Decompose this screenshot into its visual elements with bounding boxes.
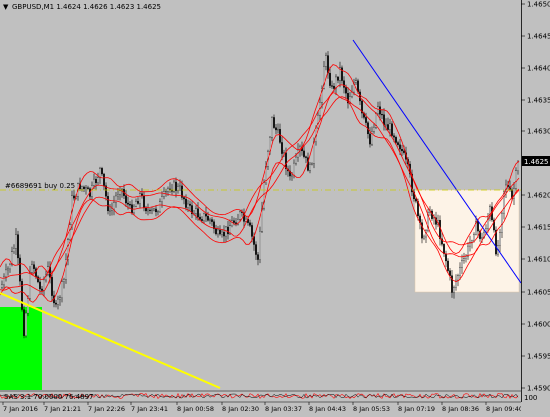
price-tick-label: 1.4650	[527, 1, 550, 9]
symbol-header: GBPUSD,M1 1.4624 1.4626 1.4623 1.4625	[12, 3, 161, 11]
time-tick-label: 7 Jan 23:41	[131, 405, 168, 413]
green-rectangle[interactable]	[0, 307, 42, 390]
time-tick-label: 8 Jan 09:40	[486, 405, 521, 413]
chart-header[interactable]: ▼ GBPUSD,M1 1.4624 1.4626 1.4623 1.4625	[3, 3, 161, 11]
price-tick-label: 1.4595	[527, 353, 550, 361]
time-tick-label: 7 Jan 21:21	[44, 405, 81, 413]
time-tick-label: 7 Jan 22:26	[88, 405, 125, 413]
order-line-label: #6689691 buy 0.25	[5, 182, 75, 190]
chevron-down-icon[interactable]: ▼	[3, 3, 9, 11]
current-price-label: 1.4625	[524, 158, 549, 166]
price-axis-labels: 1.4650 1.4645 1.4640 1.4635 1.4630 1.4620 1.46…	[521, 1, 550, 393]
price-tick-label: 1.4645	[527, 33, 550, 41]
indicator-label: SAS 3.1 70.0000 76.4897	[4, 393, 94, 401]
price-chart-plot[interactable]: #6689691 buy 0.25 SAS 3.1 70.0000 76.489…	[0, 0, 523, 413]
price-tick-label: 1.4640	[527, 65, 550, 73]
time-tick-label: 7 Jan 2016	[3, 405, 38, 413]
price-chart-svg: #6689691 buy 0.25 SAS 3.1 70.0000 76.489…	[0, 3, 523, 413]
price-tick-label: 1.4600	[527, 321, 550, 329]
price-tick-label: 1.4615	[527, 224, 550, 232]
price-tick-label: 1.4610	[527, 256, 550, 264]
time-tick-label: 8 Jan 07:19	[398, 405, 435, 413]
price-tick-label: 1.4635	[527, 97, 550, 105]
time-axis-labels: 7 Jan 2016 7 Jan 21:21 7 Jan 22:26 7 Jan 23…	[2, 402, 523, 413]
price-tick-label: 1.4590	[527, 385, 550, 393]
chart-window[interactable]: #6689691 buy 0.25 SAS 3.1 70.0000 76.489…	[0, 0, 550, 413]
time-tick-label: 8 Jan 02:30	[222, 405, 259, 413]
price-tick-label: 1.4605	[527, 289, 550, 297]
time-tick-label: 8 Jan 05:53	[353, 405, 390, 413]
time-tick-label: 8 Jan 08:36	[442, 405, 479, 413]
time-tick-label: 8 Jan 03:37	[265, 405, 302, 413]
time-tick-label: 8 Jan 04:43	[309, 405, 346, 413]
time-tick-label: 8 Jan 00:58	[177, 405, 214, 413]
price-tick-label: 1.4630	[527, 128, 550, 136]
price-axis: 1.4650 1.4645 1.4640 1.4635 1.4630 1.4620 1.46…	[521, 0, 550, 402]
price-tick-label: 1.4620	[527, 192, 550, 200]
indicator-scale-label: 100	[524, 394, 537, 402]
